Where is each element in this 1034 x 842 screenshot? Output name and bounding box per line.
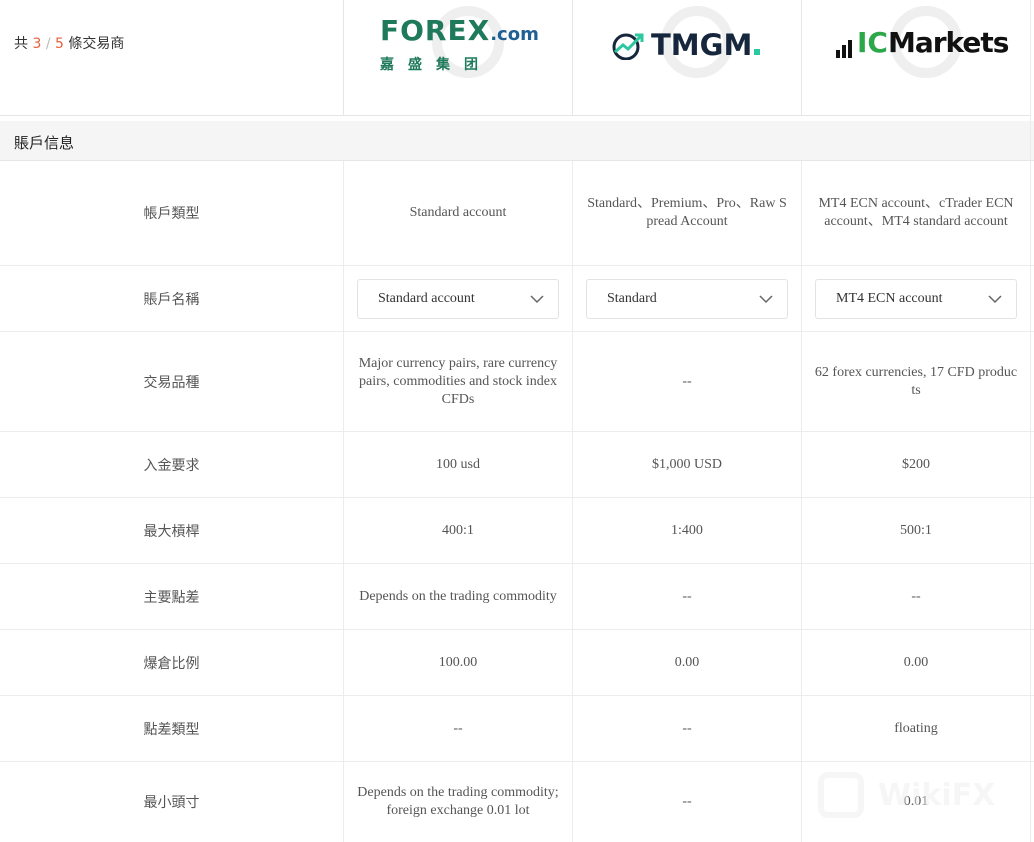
forex-logo-main: FOREX bbox=[380, 14, 491, 47]
table-cell: Standard bbox=[572, 266, 801, 331]
table-cell: 62 forex currencies, 17 CFD products bbox=[801, 332, 1030, 431]
row-label: 爆倉比例 bbox=[143, 655, 200, 672]
icmarkets-logo-markets: Markets bbox=[887, 26, 1009, 59]
comparison-header: 共 3 / 5 條交易商 FOREX.com 嘉盛集团 TMGM IC Mark… bbox=[0, 0, 1034, 116]
table-cell: -- bbox=[572, 564, 801, 629]
forex-logo-com: .com bbox=[490, 24, 539, 45]
broker-count: 共 3 / 5 條交易商 bbox=[14, 33, 124, 53]
table-cell: floating bbox=[801, 696, 1030, 761]
select-value: Standard bbox=[607, 290, 657, 306]
count-prefix: 共 bbox=[14, 36, 28, 52]
tmgm-logo[interactable]: TMGM bbox=[609, 28, 761, 62]
table-cell: 500:1 bbox=[801, 498, 1030, 563]
row-label: 帳戶類型 bbox=[143, 206, 200, 222]
count-total: 5 bbox=[55, 36, 64, 52]
select-value: MT4 ECN account bbox=[836, 290, 943, 306]
account-select-tmgm[interactable]: Standard bbox=[586, 278, 788, 319]
table-cell: MT4 ECN account、cTrader ECN account、MT4 … bbox=[801, 161, 1030, 265]
row-label: 交易品種 bbox=[143, 374, 200, 391]
tmgm-mark-icon bbox=[612, 33, 644, 60]
table-cell: 100.00 bbox=[343, 630, 572, 695]
chevron-down-icon bbox=[759, 294, 773, 303]
tmgm-logo-dot bbox=[754, 49, 761, 55]
table-row: 賬戶名稱 Standard account Standard MT4 ECN a… bbox=[0, 266, 1034, 332]
select-value: Standard account bbox=[378, 290, 475, 306]
chevron-down-icon bbox=[530, 294, 544, 303]
table-cell: -- bbox=[343, 696, 572, 761]
table-row: 點差類型 -- -- floating bbox=[0, 696, 1034, 762]
row-label: 入金要求 bbox=[143, 457, 200, 474]
account-select-icmarkets[interactable]: MT4 ECN account bbox=[815, 278, 1017, 319]
table-row: 主要點差 Depends on the trading commodity --… bbox=[0, 564, 1034, 630]
table-cell: 400:1 bbox=[343, 498, 572, 563]
header-left: 共 3 / 5 條交易商 bbox=[0, 0, 343, 116]
table-cell: $200 bbox=[801, 432, 1030, 497]
wikifx-watermark-text: WikiFX bbox=[878, 777, 996, 813]
broker-column-tmgm[interactable]: TMGM bbox=[572, 0, 801, 116]
row-label: 最小頭寸 bbox=[143, 795, 200, 811]
icmarkets-logo[interactable]: IC Markets bbox=[836, 26, 1009, 59]
broker-column-forex[interactable]: FOREX.com 嘉盛集团 bbox=[343, 0, 572, 116]
forex-logo[interactable]: FOREX.com 嘉盛集团 bbox=[380, 16, 539, 74]
row-label: 賬戶名稱 bbox=[143, 291, 200, 308]
table-right-border bbox=[1030, 0, 1031, 842]
table-cell: 1:400 bbox=[572, 498, 801, 563]
section-title: 賬戶信息 bbox=[14, 134, 75, 152]
table-cell: Standard account bbox=[343, 161, 572, 265]
table-cell: Standard、Premium、Pro、Raw Spread Account bbox=[572, 161, 801, 265]
wikifx-watermark: WikiFX bbox=[818, 772, 995, 818]
count-suffix: 條交易商 bbox=[68, 36, 125, 52]
icmarkets-logo-ic: IC bbox=[857, 26, 888, 59]
row-label: 主要點差 bbox=[143, 589, 200, 606]
row-label: 最大槓桿 bbox=[143, 523, 200, 540]
count-current: 3 bbox=[32, 36, 42, 52]
wikifx-logo-icon bbox=[818, 772, 864, 818]
table-row: 入金要求 100 usd $1,000 USD $200 bbox=[0, 432, 1034, 498]
table-cell: -- bbox=[572, 332, 801, 431]
count-separator: / bbox=[45, 36, 51, 52]
table-cell: 0.00 bbox=[572, 630, 801, 695]
table-cell: Standard account bbox=[343, 266, 572, 331]
forex-logo-sub: 嘉盛集团 bbox=[380, 57, 492, 73]
table-row: 爆倉比例 100.00 0.00 0.00 bbox=[0, 630, 1034, 696]
table-cell: -- bbox=[572, 696, 801, 761]
chevron-down-icon bbox=[988, 294, 1002, 303]
table-cell: 0.00 bbox=[801, 630, 1030, 695]
table-cell: -- bbox=[801, 564, 1030, 629]
table-cell: $1,000 USD bbox=[572, 432, 801, 497]
icmarkets-bars-icon bbox=[836, 32, 854, 58]
account-select-forex[interactable]: Standard account bbox=[357, 278, 559, 319]
table-row: 帳戶類型 Standard account Standard、Premium、P… bbox=[0, 161, 1034, 266]
table-cell: MT4 ECN account bbox=[801, 266, 1030, 331]
section-account-info: 賬戶信息 bbox=[0, 121, 1034, 161]
table-cell: Depends on the trading commodity; foreig… bbox=[343, 762, 572, 842]
table-row: 交易品種 Major currency pairs, rare currency… bbox=[0, 332, 1034, 432]
table-row: 最大槓桿 400:1 1:400 500:1 bbox=[0, 498, 1034, 564]
table-cell: Major currency pairs, rare currency pair… bbox=[343, 332, 572, 431]
broker-column-icmarkets[interactable]: IC Markets bbox=[801, 0, 1030, 116]
table-cell: -- bbox=[572, 762, 801, 842]
tmgm-logo-text: TMGM bbox=[651, 28, 753, 62]
table-cell: Depends on the trading commodity bbox=[343, 564, 572, 629]
table-cell: 100 usd bbox=[343, 432, 572, 497]
row-label: 點差類型 bbox=[143, 721, 200, 738]
